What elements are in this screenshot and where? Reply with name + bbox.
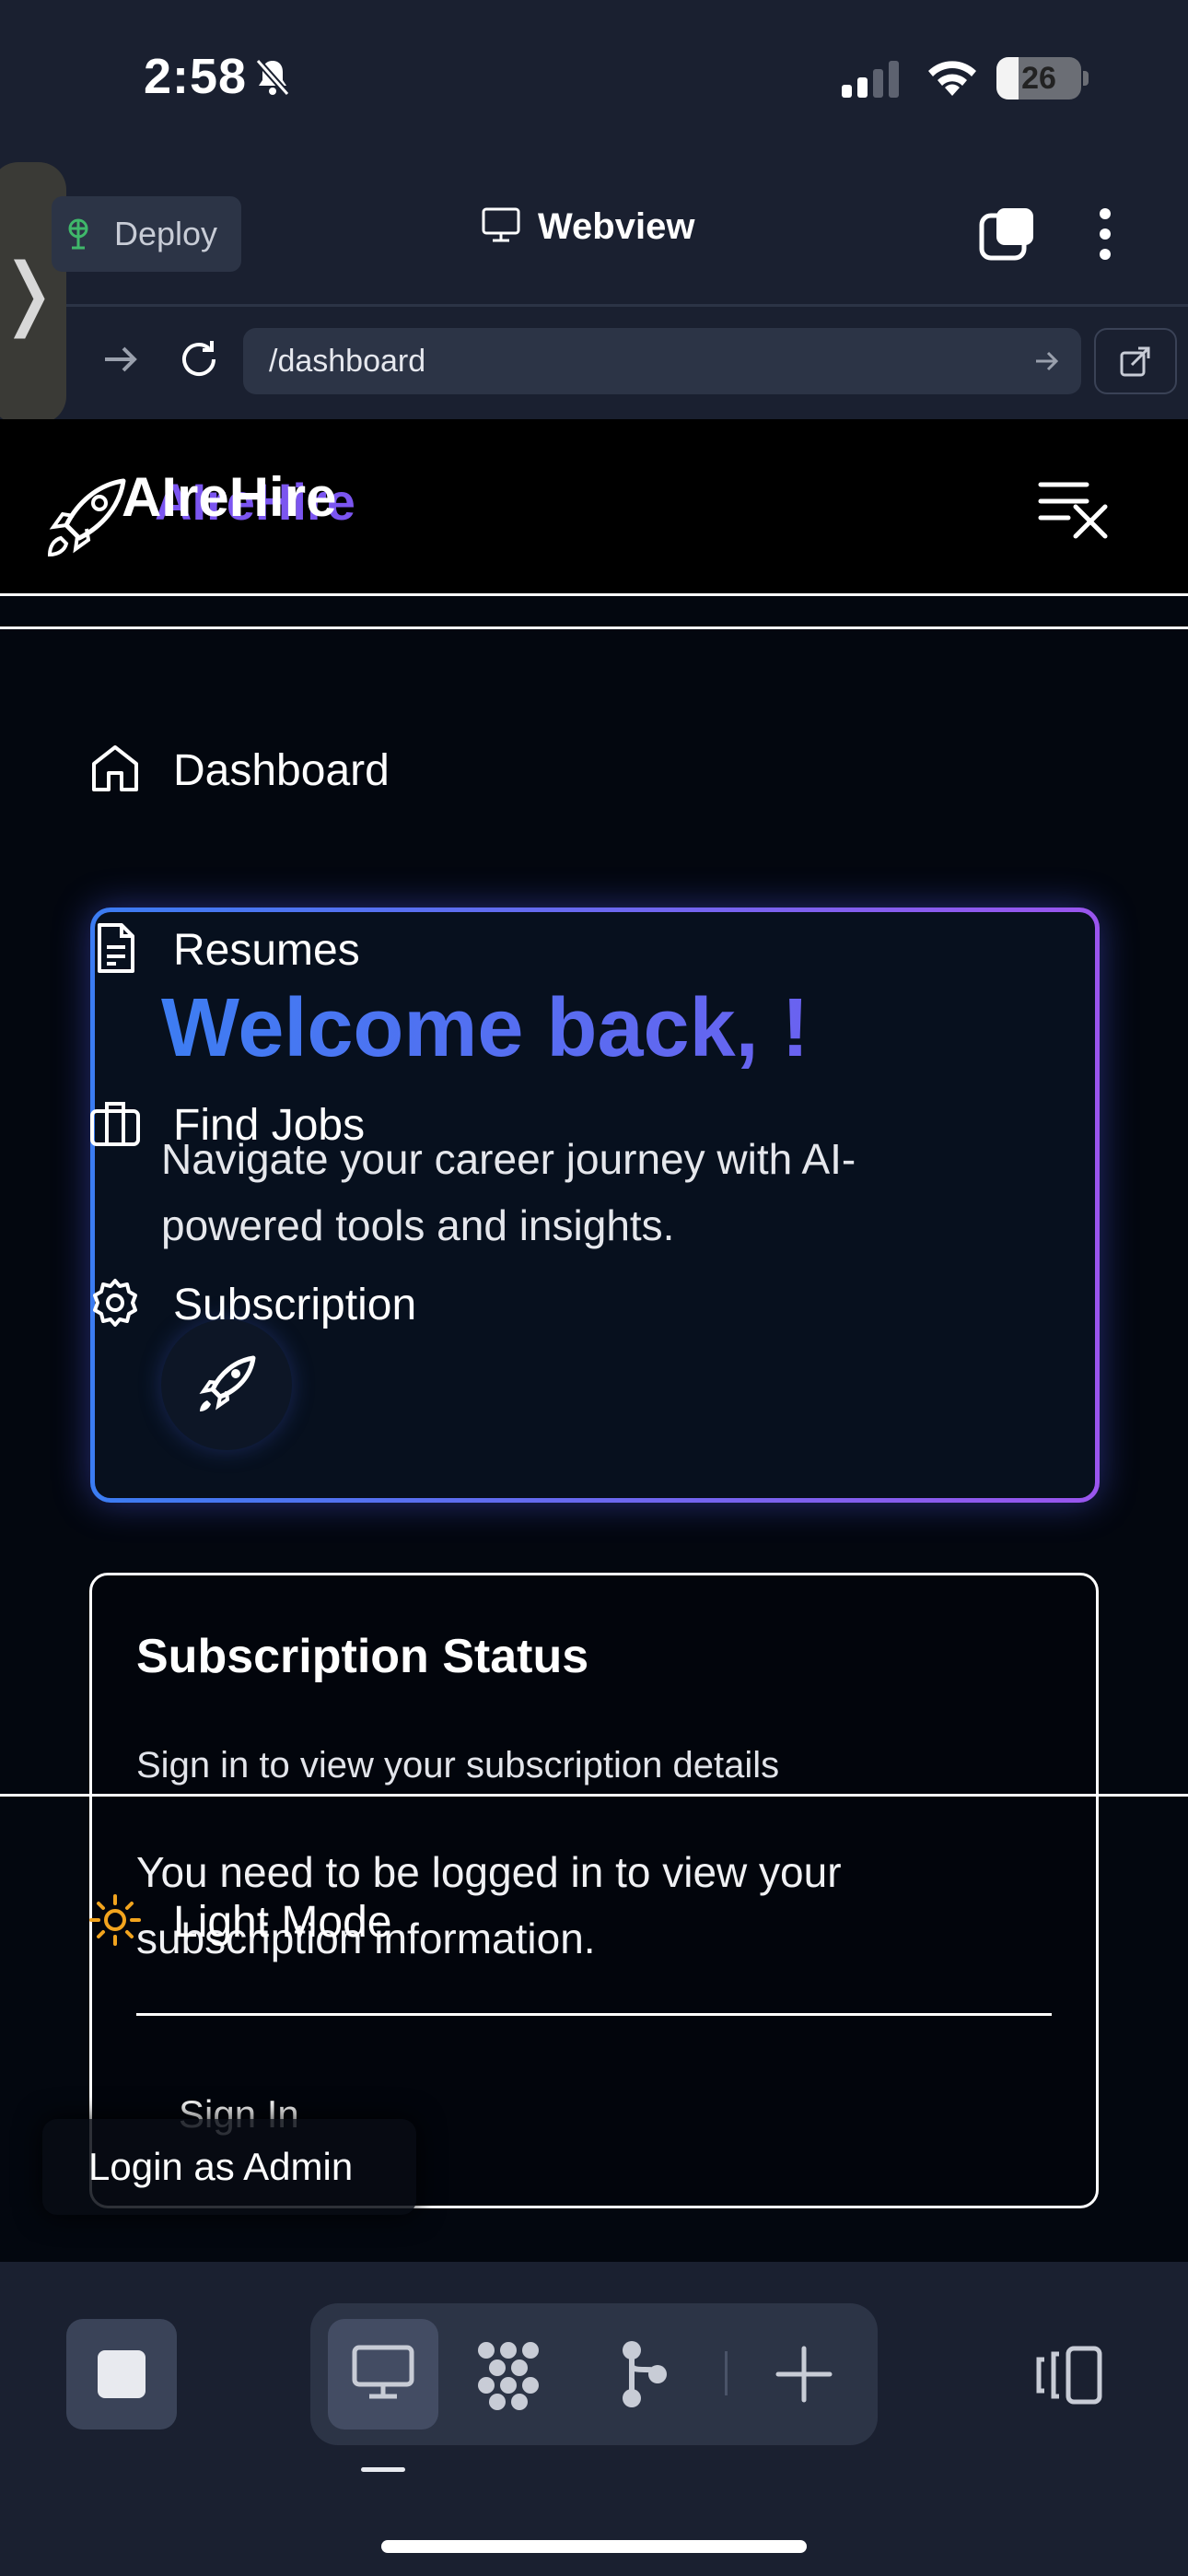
home-indicator[interactable] — [381, 2540, 807, 2553]
gear-icon — [88, 1276, 142, 1334]
light-mode-toggle[interactable]: Light Mode — [88, 1893, 392, 1951]
deploy-label: Deploy — [114, 215, 218, 252]
open-external-icon[interactable] — [1094, 328, 1177, 394]
nav-label-resumes: Resumes — [173, 926, 360, 975]
menu-close-icon[interactable] — [1037, 479, 1111, 544]
subscription-status-title: Subscription Status — [136, 1630, 589, 1683]
subscription-card-divider — [136, 2013, 1052, 2016]
nav-label-find-jobs: Find Jobs — [173, 1101, 366, 1150]
split-view-icon[interactable] — [1031, 2345, 1103, 2410]
nav-item-find-jobs[interactable]: Find Jobs — [88, 1096, 365, 1154]
welcome-title: Welcome back, ! — [161, 982, 809, 1074]
url-go-arrow-icon[interactable] — [1033, 348, 1061, 379]
monitor-icon — [481, 206, 521, 248]
webview-label: Webview — [538, 206, 695, 247]
reload-icon[interactable] — [177, 337, 221, 386]
welcome-rocket-badge — [161, 1319, 292, 1450]
rocket-logo-icon — [41, 470, 133, 567]
stop-icon — [98, 2350, 146, 2398]
forward-arrow-icon[interactable] — [101, 341, 140, 382]
tabs-icon[interactable] — [978, 205, 1037, 266]
brand-name[interactable]: AIreHire — [122, 465, 336, 529]
apps-icon[interactable] — [472, 2337, 545, 2416]
wifi-icon — [925, 55, 980, 102]
login-as-admin-button[interactable]: Login as Admin — [42, 2119, 416, 2215]
webview-title: Webview — [481, 206, 694, 248]
cellular-signal-icon — [840, 59, 903, 102]
deploy-icon — [61, 217, 96, 252]
webview-tab-button[interactable] — [328, 2319, 438, 2430]
active-tab-indicator — [361, 2467, 405, 2472]
nav-bottom-divider — [0, 1794, 1188, 1797]
battery-indicator: 26 — [996, 57, 1081, 100]
home-icon — [88, 742, 142, 800]
more-options-icon[interactable] — [1098, 206, 1112, 266]
battery-level-text: 26 — [1021, 61, 1056, 96]
nav-top-divider — [0, 626, 1188, 629]
nav-item-subscription[interactable]: Subscription — [88, 1276, 416, 1334]
nav-label-dashboard: Dashboard — [173, 746, 390, 795]
monitor-icon — [351, 2344, 415, 2406]
url-text: /dashboard — [269, 344, 426, 379]
rocket-icon — [194, 1351, 259, 1420]
briefcase-icon — [88, 1096, 142, 1154]
sun-icon — [88, 1893, 142, 1951]
document-icon — [88, 921, 142, 979]
nav-label-subscription: Subscription — [173, 1281, 417, 1329]
deploy-button[interactable]: Deploy — [52, 196, 241, 272]
bell-muted-icon — [254, 57, 291, 102]
subscription-status-description: Sign in to view your subscription detail… — [136, 1745, 780, 1786]
status-time: 2:58 — [144, 49, 248, 104]
battery-tip — [1083, 71, 1089, 86]
chrome-divider — [66, 304, 1188, 307]
header-divider — [0, 593, 1188, 596]
nav-label-light-mode: Light Mode — [173, 1898, 392, 1947]
git-branch-icon[interactable] — [617, 2337, 672, 2416]
plus-icon[interactable] — [772, 2337, 836, 2416]
stop-button[interactable] — [66, 2319, 177, 2430]
url-bar[interactable]: /dashboard — [243, 328, 1081, 394]
nav-item-dashboard[interactable]: Dashboard — [88, 742, 390, 800]
nav-item-resumes[interactable]: Resumes — [88, 921, 360, 979]
toolbar-separator — [725, 2351, 728, 2395]
